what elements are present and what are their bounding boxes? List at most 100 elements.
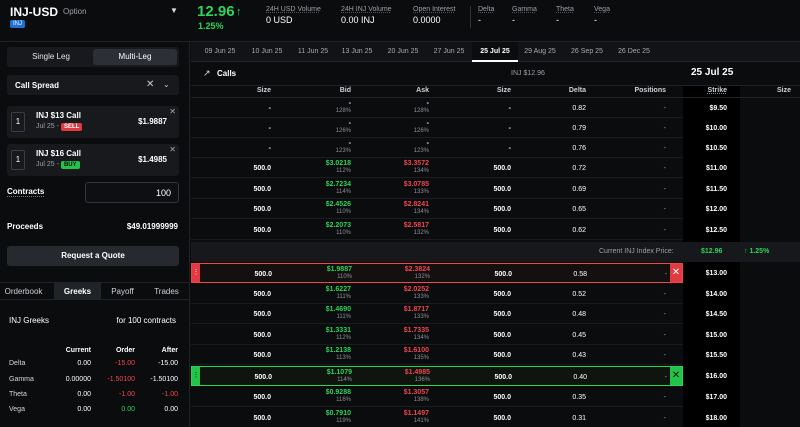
leg-side-badge: BUY: [60, 161, 80, 169]
bid-cell[interactable]: $1.3331 112%: [291, 327, 351, 341]
bid-cell[interactable]: $1.6227 111%: [291, 286, 351, 300]
column-header-strike: Strike: [707, 87, 727, 94]
chain-row[interactable]: 500.0 $2.7234 114% $3.0785 133% 500.0 0.69 -: [191, 179, 683, 199]
delta: 0.76: [572, 145, 586, 152]
clear-icon[interactable]: ✕: [146, 79, 154, 90]
multi-leg-tab[interactable]: Multi-Leg: [93, 49, 177, 65]
chain-row[interactable]: 500.0 $2.2073 110% $2.5817 132% 500.0 0.62 -: [191, 220, 683, 240]
chain-row[interactable]: 500.0 $3.0218 112% $3.3572 134% 500.0 0.72 -: [191, 158, 683, 178]
tab-orderbook[interactable]: Orderbook: [0, 283, 47, 300]
stat-label: Gamma: [512, 6, 537, 13]
ask-cell[interactable]: $1.4985 136%: [370, 369, 430, 383]
tab-greeks[interactable]: Greeks: [54, 283, 101, 300]
divider: [470, 6, 471, 28]
contracts-input[interactable]: [85, 182, 179, 203]
drag-handle-icon[interactable]: ⋮: [192, 367, 200, 385]
leg-quantity[interactable]: 1: [11, 112, 25, 132]
close-icon[interactable]: ✕: [169, 145, 176, 154]
bid-cell[interactable]: -123%: [291, 140, 351, 154]
ask-size: -: [508, 105, 511, 112]
chain-row[interactable]: 500.0 $1.9887 110% $2.3824 132% 500.0 0.58 - ⋮ ✕: [191, 263, 683, 283]
expiry-tab[interactable]: 26 Sep 25: [564, 42, 610, 62]
chevron-down-icon[interactable]: ⌄: [163, 80, 170, 89]
symbol-name[interactable]: INJ-USD: [10, 5, 58, 19]
bid-iv: 123%: [335, 148, 351, 154]
remove-leg-icon[interactable]: ✕: [670, 264, 682, 282]
ask-cell[interactable]: $1.7335 134%: [369, 327, 429, 341]
positions: -: [663, 227, 666, 234]
bid-cell[interactable]: $0.7910 119%: [291, 410, 351, 424]
ask-cell[interactable]: $1.8717 133%: [369, 306, 429, 320]
single-leg-tab[interactable]: Single Leg: [9, 49, 93, 65]
bid-size: 500.0: [253, 394, 271, 401]
ask-cell[interactable]: $3.0785 133%: [369, 181, 429, 195]
bid-cell[interactable]: $1.4690 111%: [291, 306, 351, 320]
bid-cell[interactable]: -126%: [291, 120, 351, 134]
chain-row[interactable]: 500.0 $1.2138 113% $1.6100 135% 500.0 0.43 -: [191, 345, 683, 365]
column-header: Positions: [634, 87, 666, 94]
ask-cell[interactable]: $1.1497 141%: [369, 410, 429, 424]
greek-order: -1.50100: [107, 376, 135, 383]
bid-cell[interactable]: $2.4526 110%: [291, 201, 351, 215]
ask-cell[interactable]: $1.6100 135%: [369, 347, 429, 361]
strategy-select[interactable]: Call Spread ✕ ⌄: [7, 75, 179, 95]
greek-current: 0.00: [77, 406, 91, 413]
ask-cell[interactable]: $2.0252 133%: [369, 286, 429, 300]
bid-cell[interactable]: $1.9887 110%: [292, 266, 352, 280]
ask-cell[interactable]: -126%: [369, 120, 429, 134]
ask-cell[interactable]: $2.8241 134%: [369, 201, 429, 215]
close-icon[interactable]: ✕: [169, 107, 176, 116]
ask-cell[interactable]: $2.5817 132%: [369, 222, 429, 236]
ask-iv: 136%: [414, 377, 430, 383]
index-change-value: 1.25%: [749, 248, 770, 255]
chain-row[interactable]: 500.0 $0.7910 119% $1.1497 141% 500.0 0.31 -: [191, 408, 683, 427]
column-header: Bid: [339, 87, 351, 94]
leg-quantity[interactable]: 1: [11, 150, 25, 170]
bid-cell[interactable]: $2.2073 110%: [291, 222, 351, 236]
chain-row[interactable]: 500.0 $0.9288 116% $1.3057 138% 500.0 0.35 -: [191, 387, 683, 407]
ask-price: $1.1497: [403, 410, 429, 417]
chain-row[interactable]: 500.0 $1.6227 111% $2.0252 133% 500.0 0.52 -: [191, 284, 683, 304]
bid-size: 500.0: [253, 206, 271, 213]
symbol-dropdown-icon[interactable]: ▼: [170, 6, 178, 15]
chain-row[interactable]: 500.0 $1.1079 114% $1.4985 136% 500.0 0.40 - ⋮ ✕: [191, 366, 683, 386]
chain-row[interactable]: - -123% -123% -0.76-: [191, 138, 683, 158]
bid-cell[interactable]: $2.7234 114%: [291, 181, 351, 195]
greek-order: -1.00: [119, 391, 135, 398]
drag-handle-icon[interactable]: ⋮: [192, 264, 200, 282]
chain-row[interactable]: - -128% -128% -0.82-: [191, 98, 683, 118]
chain-row[interactable]: - -126% -126% -0.79-: [191, 118, 683, 138]
request-quote-button[interactable]: Request a Quote: [7, 246, 179, 266]
bid-size: 500.0: [253, 311, 271, 318]
remove-leg-icon[interactable]: ✕: [670, 367, 682, 385]
bid-price: -: [348, 100, 351, 107]
expiry-tab[interactable]: 13 Jun 25: [334, 42, 380, 62]
ask-cell[interactable]: $2.3824 132%: [370, 266, 430, 280]
expiry-tab[interactable]: 26 Dec 25: [611, 42, 657, 62]
ask-iv: 138%: [413, 397, 429, 403]
tab-payoff[interactable]: Payoff: [99, 283, 146, 300]
bid-cell[interactable]: $1.2138 113%: [291, 347, 351, 361]
expiry-tab-active[interactable]: 25 Jul 25: [472, 42, 518, 62]
ask-cell[interactable]: $1.3057 138%: [369, 389, 429, 403]
chain-row[interactable]: 500.0 $1.4690 111% $1.8717 133% 500.0 0.48 -: [191, 304, 683, 324]
bid-cell[interactable]: $3.0218 112%: [291, 160, 351, 174]
expiry-tab[interactable]: 10 Jun 25: [244, 42, 290, 62]
ask-price: $1.8717: [403, 306, 429, 313]
chain-row[interactable]: 500.0 $1.3331 112% $1.7335 134% 500.0 0.45 -: [191, 325, 683, 345]
chain-expiry-date: 25 Jul 25: [691, 67, 734, 78]
expiry-tab[interactable]: 27 Jun 25: [426, 42, 472, 62]
ask-cell[interactable]: $3.3572 134%: [369, 160, 429, 174]
chain-row[interactable]: 500.0 $2.4526 110% $2.8241 134% 500.0 0.65 -: [191, 199, 683, 219]
expiry-tab[interactable]: 29 Aug 25: [517, 42, 563, 62]
expiry-tab[interactable]: 09 Jun 25: [197, 42, 243, 62]
bid-cell[interactable]: -128%: [291, 100, 351, 114]
ask-cell[interactable]: -128%: [369, 100, 429, 114]
ask-cell[interactable]: -123%: [369, 140, 429, 154]
tab-trades[interactable]: Trades: [143, 283, 190, 300]
expiry-tab[interactable]: 20 Jun 25: [380, 42, 426, 62]
bid-cell[interactable]: $1.1079 114%: [292, 369, 352, 383]
bid-cell[interactable]: $0.9288 116%: [291, 389, 351, 403]
expiry-tab[interactable]: 11 Jun 25: [290, 42, 336, 62]
leg-expiry: Jul 25 - BUY: [36, 161, 80, 169]
